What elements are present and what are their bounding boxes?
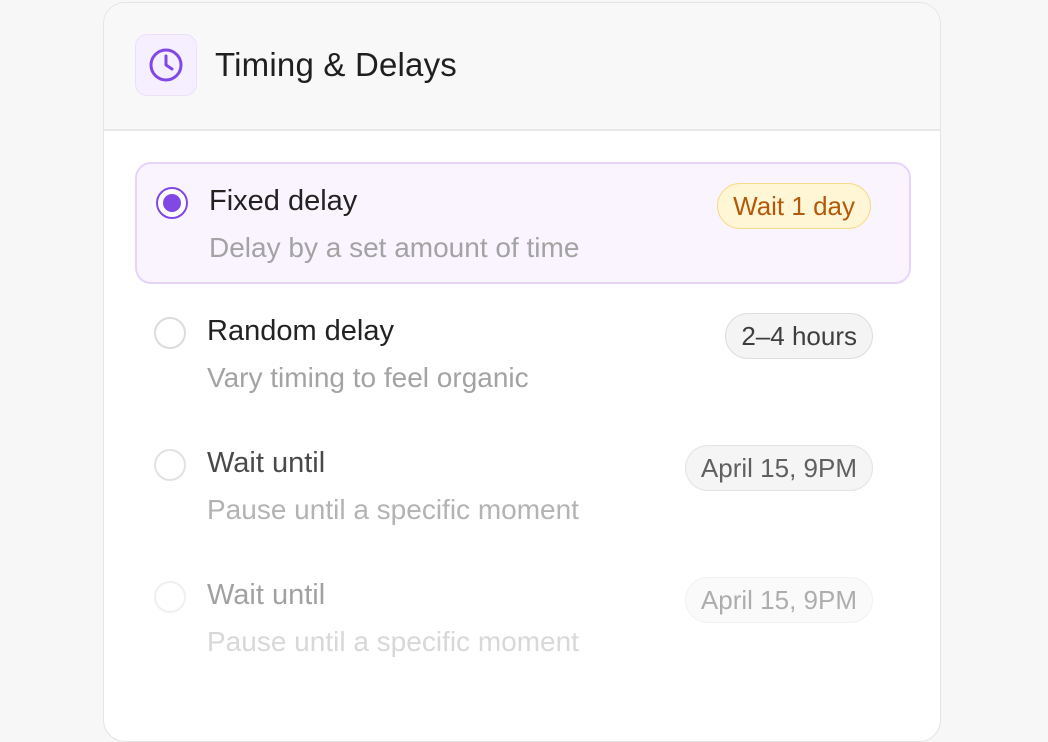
- radio-button[interactable]: [154, 449, 186, 481]
- option-description: Pause until a specific moment: [207, 626, 579, 657]
- delay-badge: April 15, 9PM: [684, 577, 873, 623]
- delay-badge: April 15, 9PM: [684, 445, 873, 491]
- delay-badge: 2–4 hours: [725, 313, 873, 359]
- option-description: Vary timing to feel organic: [207, 362, 529, 393]
- option-wait-until[interactable]: Wait until Pause until a specific moment…: [135, 426, 911, 548]
- option-title: Fixed delay: [209, 185, 358, 217]
- panel-header: Timing & Delays: [104, 3, 940, 131]
- option-title: Wait until: [207, 447, 326, 479]
- delay-badge: Wait 1 day: [717, 183, 871, 229]
- option-description: Pause until a specific moment: [207, 494, 579, 525]
- option-wait-until-2[interactable]: Wait until Pause until a specific moment…: [135, 558, 911, 680]
- clock-icon: [135, 34, 197, 96]
- option-description: Delay by a set amount of time: [209, 232, 580, 263]
- option-fixed-delay[interactable]: Fixed delay Delay by a set amount of tim…: [135, 162, 911, 284]
- option-random-delay[interactable]: Random delay Vary timing to feel organic…: [135, 294, 911, 416]
- option-title: Wait until: [207, 579, 326, 611]
- radio-button[interactable]: [154, 581, 186, 613]
- radio-button[interactable]: [154, 317, 186, 349]
- timing-delays-panel: Timing & Delays Fixed delay Delay by a s…: [103, 2, 941, 742]
- option-title: Random delay: [207, 315, 394, 347]
- radio-button-selected[interactable]: [156, 187, 188, 219]
- panel-title: Timing & Delays: [215, 46, 458, 83]
